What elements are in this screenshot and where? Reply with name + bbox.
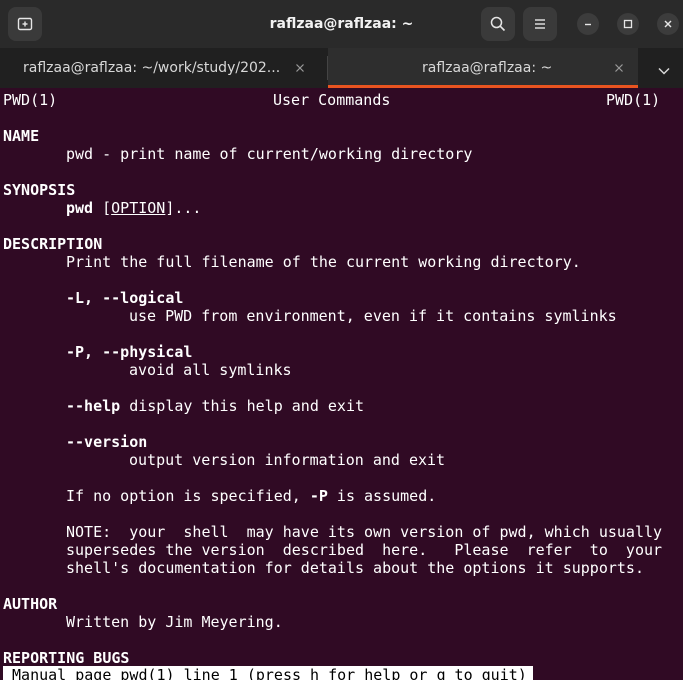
note-line-3: shell's documentation for details about … bbox=[66, 559, 644, 577]
chevron-down-icon bbox=[658, 60, 670, 79]
synopsis-option: OPTION bbox=[111, 199, 166, 217]
option-logical-desc: use PWD from environment, even if it con… bbox=[129, 307, 617, 325]
close-icon bbox=[615, 64, 623, 72]
section-heading-name: NAME bbox=[3, 127, 40, 145]
option-help-line: --help display this help and exit bbox=[66, 397, 364, 415]
author-text: Written by Jim Meyering. bbox=[66, 613, 283, 631]
header-right: PWD(1) bbox=[606, 91, 661, 109]
tab-home[interactable]: raflzaa@raflzaa: ~ bbox=[328, 48, 638, 88]
section-heading-author: AUTHOR bbox=[3, 595, 58, 613]
default-option: -P bbox=[309, 487, 328, 505]
tab-label: raflzaa@raflzaa: ~ bbox=[422, 60, 553, 76]
default-option-line: If no option is specified, -P is assumed… bbox=[66, 487, 436, 505]
option-logical: -L, --logical bbox=[66, 289, 184, 307]
tab-close-button[interactable] bbox=[612, 61, 626, 75]
synopsis-bracket: [ bbox=[102, 199, 112, 217]
man-header: PWD(1) User Commands PWD(1) bbox=[3, 91, 660, 109]
default-pre: If no option is specified, bbox=[66, 487, 310, 505]
minimize-icon bbox=[583, 19, 593, 29]
note-line-2: supersedes the version described here. P… bbox=[66, 541, 663, 559]
section-heading-description: DESCRIPTION bbox=[3, 235, 103, 253]
hamburger-menu-icon bbox=[533, 17, 547, 31]
section-heading-reporting-bugs: REPORTING BUGS bbox=[3, 649, 130, 667]
section-heading-synopsis: SYNOPSIS bbox=[3, 181, 76, 199]
maximize-button[interactable] bbox=[617, 13, 639, 35]
search-button[interactable] bbox=[481, 7, 515, 41]
header-left: PWD(1) bbox=[3, 91, 58, 109]
close-icon bbox=[296, 64, 304, 72]
option-version: --version bbox=[66, 433, 148, 451]
option-version-desc: output version information and exit bbox=[129, 451, 446, 469]
title-bar: raflzaa@raflzaa: ~ bbox=[0, 0, 683, 49]
synopsis-command: pwd bbox=[66, 199, 94, 217]
tab-label: raflzaa@raflzaa: ~/work/study/202... bbox=[23, 60, 281, 76]
name-text: pwd - print name of current/working dire… bbox=[66, 145, 473, 163]
menu-button[interactable] bbox=[523, 7, 557, 41]
synopsis-rest: ]... bbox=[165, 199, 202, 217]
tab-work-study[interactable]: raflzaa@raflzaa: ~/work/study/202... bbox=[0, 48, 327, 88]
description-text: Print the full filename of the current w… bbox=[66, 253, 581, 271]
maximize-icon bbox=[623, 19, 633, 29]
default-post: is assumed. bbox=[327, 487, 437, 505]
synopsis-line: pwd [OPTION]... bbox=[66, 199, 201, 217]
header-center: User Commands bbox=[273, 91, 391, 109]
terminal-view[interactable]: PWD(1) User Commands PWD(1) NAME pwd - pri… bbox=[0, 88, 683, 680]
tabs-menu-button[interactable] bbox=[656, 61, 672, 77]
note-line-1: NOTE: your shell may have its own versio… bbox=[66, 523, 663, 541]
option-help-desc: display this help and exit bbox=[120, 397, 365, 415]
option-physical-desc: avoid all symlinks bbox=[129, 361, 292, 379]
tab-close-button[interactable] bbox=[293, 61, 307, 75]
close-icon bbox=[663, 19, 673, 29]
minimize-button[interactable] bbox=[577, 13, 599, 35]
tab-bar: raflzaa@raflzaa: ~/work/study/202... raf… bbox=[0, 48, 683, 88]
close-button[interactable] bbox=[657, 13, 679, 35]
pager-status-line: Manual page pwd(1) line 1 (press h for h… bbox=[3, 666, 533, 680]
option-physical: -P, --physical bbox=[66, 343, 193, 361]
search-icon bbox=[490, 16, 506, 32]
option-help: --help bbox=[66, 397, 121, 415]
